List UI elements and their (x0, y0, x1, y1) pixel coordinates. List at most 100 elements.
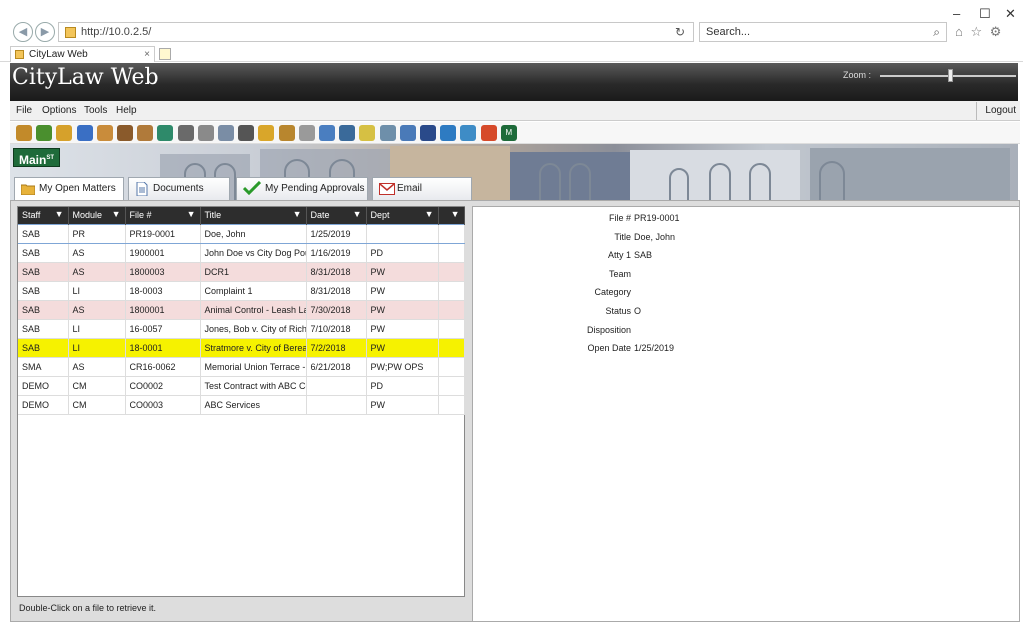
notebook-icon[interactable] (359, 125, 376, 141)
browser-tab[interactable]: CityLaw Web × (10, 46, 155, 62)
table-row[interactable]: SAB LI 18-0001 Stratmore v. City of Berea 7/… (18, 338, 465, 358)
detail-label: File # (608, 213, 631, 223)
address-bar[interactable]: http://10.0.2.5/ ↻ (58, 22, 694, 42)
tools-icon[interactable] (177, 125, 194, 141)
menu-help[interactable]: Help (116, 105, 137, 116)
address-url[interactable]: http://10.0.2.5/ (81, 26, 151, 38)
minimize-button[interactable]: – (953, 6, 960, 21)
matters-grid: Staff ▼ Module ▼ File # ▼ Title ▼ Date ▼ Dept… (18, 207, 465, 415)
bag-icon[interactable] (137, 125, 154, 141)
menu-bar: File Options Tools Help Logout (10, 101, 1020, 121)
forward-arrow-icon[interactable]: ▶ (35, 22, 55, 42)
arrow-icon[interactable] (420, 125, 436, 141)
table-row[interactable]: SAB PR PR19-0001 Doe, John 1/25/2019 (18, 223, 465, 244)
cell-date: 7/2/2018 (306, 338, 367, 358)
tab-close-icon[interactable]: × (144, 47, 150, 62)
detail-label: Atty 1 (607, 250, 631, 261)
doc-icon[interactable] (399, 125, 416, 141)
table-row[interactable]: SAB LI 16-0057 Jones, Bob v. City of Richm 7… (18, 319, 465, 339)
cell-dept: PW (366, 262, 439, 282)
paint-icon[interactable] (157, 125, 174, 141)
filter-icon[interactable]: ▼ (187, 209, 196, 219)
tab-my-open-matters[interactable]: My Open Matters (14, 177, 124, 200)
site-favicon-icon (65, 27, 76, 38)
filter-icon[interactable]: ▼ (425, 209, 434, 219)
column-header-label: Dept (370, 210, 390, 221)
menu-tools[interactable]: Tools (84, 105, 107, 116)
table-row[interactable]: SAB LI 18-0003 Complaint 1 8/31/2018 PW (18, 281, 465, 301)
pencil-icon[interactable] (36, 125, 53, 141)
cell-extra (438, 300, 465, 320)
printer-icon[interactable] (238, 125, 255, 141)
table-row[interactable]: SMA AS CR16-0062 Memorial Union Terrace -6/… (18, 357, 465, 377)
table-row[interactable]: DEMO CM CO0003 ABC Services PW (18, 395, 465, 415)
detail-value: Doe, John (634, 231, 676, 242)
table-row[interactable]: SAB AS 1900001 John Doe vs City Dog Poun 1/1… (18, 243, 465, 263)
cell-dept: PW;PW OPS (366, 357, 439, 377)
refresh-icon[interactable] (460, 125, 477, 141)
main-street-badge: MainST (13, 148, 61, 167)
column-header-staff[interactable]: Staff ▼ (18, 207, 69, 224)
shoe-icon[interactable] (117, 125, 133, 141)
filter-icon[interactable]: ▼ (451, 209, 460, 219)
folder-icon[interactable] (56, 125, 73, 141)
cell-dept: PW (366, 281, 439, 301)
tab-email[interactable]: Email (372, 177, 472, 200)
browser-search-input[interactable]: Search... ⌕ (699, 22, 947, 42)
eraser-icon[interactable] (319, 125, 335, 141)
cell-staff: SAB (18, 338, 69, 358)
cell-module: AS (68, 357, 126, 377)
book-icon[interactable] (278, 125, 295, 141)
column-header-date[interactable]: Date ▼ (306, 207, 367, 224)
table-row[interactable]: SAB AS 1800001 Animal Control - Leash Lav 7/… (18, 300, 465, 320)
filter-icon[interactable]: ▼ (353, 209, 362, 219)
column-header-dept[interactable]: Dept ▼ (366, 207, 439, 224)
menu-options[interactable]: Options (42, 105, 76, 116)
refresh-icon[interactable]: ↻ (675, 25, 685, 39)
zoom-slider-thumb[interactable] (947, 69, 953, 82)
cell-dept (366, 223, 439, 244)
tab-my-pending-approvals[interactable]: My Pending Approvals (236, 177, 368, 200)
wrench-icon[interactable] (339, 125, 356, 141)
cell-module: PR (68, 223, 126, 244)
column-header-extra[interactable]: ▼ (438, 207, 465, 224)
magnifier-icon[interactable] (379, 125, 396, 141)
ms-icon[interactable]: M (500, 125, 517, 141)
filter-icon[interactable]: ▼ (293, 209, 302, 219)
filter-icon[interactable]: ▼ (112, 209, 121, 219)
back-arrow-icon[interactable]: ◀ (13, 22, 33, 42)
filter-icon[interactable]: ▼ (55, 209, 64, 219)
grid-header-row: Staff ▼ Module ▼ File # ▼ Title ▼ Date ▼ Dept… (18, 207, 465, 224)
folder-open-icon[interactable] (258, 125, 275, 141)
cell-extra (438, 243, 465, 263)
table-row[interactable]: DEMO CM CO0002 Test Contract with ABC Co PD (18, 376, 465, 396)
cell-file: 1800001 (125, 300, 201, 320)
table-row[interactable]: SAB AS 1800003 DCR1 8/31/2018 PW (18, 262, 465, 282)
cell-date: 6/21/2018 (306, 357, 367, 377)
pen-icon[interactable] (298, 125, 315, 141)
home-favorites-settings-icons[interactable]: ⌂ ☆ ⚙ (955, 24, 1003, 40)
lock-icon[interactable] (76, 125, 93, 141)
grid-body: SAB PR PR19-0001 Doe, John 1/25/2019 SAB AS 190… (18, 223, 465, 415)
globe-icon[interactable] (440, 125, 457, 141)
cell-file: CR16-0062 (125, 357, 201, 377)
tab-documents[interactable]: Documents (128, 177, 230, 200)
menu-file[interactable]: File (16, 105, 32, 116)
cell-dept: PW (366, 395, 439, 415)
clock-icon[interactable] (197, 125, 214, 141)
detail-label: Open Date (587, 343, 631, 354)
search-icon[interactable]: ⌕ (933, 25, 940, 40)
column-header-title[interactable]: Title ▼ (200, 207, 307, 224)
gavel-icon[interactable] (16, 125, 32, 141)
detail-value: PR19-0001 (634, 213, 680, 223)
new-tab-icon[interactable] (159, 48, 171, 60)
grid-icon[interactable] (480, 125, 497, 141)
cell-module: AS (68, 262, 126, 282)
column-header-file[interactable]: File # ▼ (125, 207, 201, 224)
logout-button[interactable]: Logout (976, 102, 1018, 120)
cell-file: 1900001 (125, 243, 201, 263)
hand-icon[interactable] (96, 125, 113, 141)
radio-icon[interactable] (218, 125, 234, 141)
cell-staff: SAB (18, 281, 69, 301)
column-header-module[interactable]: Module ▼ (68, 207, 126, 224)
